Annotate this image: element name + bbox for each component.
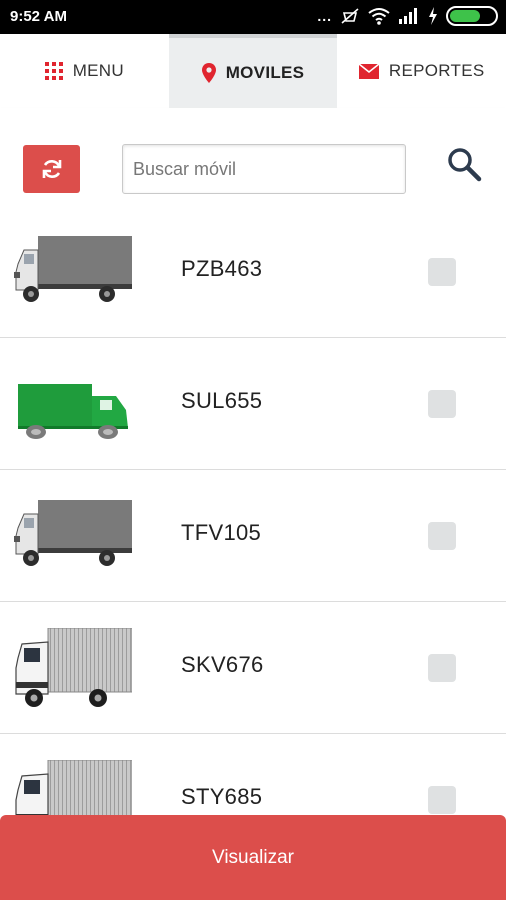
charging-icon xyxy=(429,7,437,25)
vehicle-checkbox[interactable] xyxy=(428,654,456,682)
vehicle-checkbox[interactable] xyxy=(428,522,456,550)
vehicle-checkbox[interactable] xyxy=(428,786,456,814)
status-time: 9:52 AM xyxy=(10,8,67,25)
refresh-button[interactable] xyxy=(23,145,80,193)
list-item[interactable]: SKV676 xyxy=(0,602,506,734)
vehicle-checkbox[interactable] xyxy=(428,390,456,418)
tab-reportes-label: REPORTES xyxy=(388,61,485,80)
vehicle-plate: TFV105 xyxy=(181,520,262,545)
status-bar: 9:52 AM ... xyxy=(0,0,506,34)
signal-icon xyxy=(399,8,417,24)
tab-menu-label: MENU xyxy=(72,61,124,80)
tab-moviles-label: MOVILES xyxy=(225,63,305,82)
gray-truck-image xyxy=(14,236,132,302)
vehicle-list: PZB463 SUL655 TFV105 SKV676 STY685 xyxy=(0,206,506,866)
list-item[interactable]: PZB463 xyxy=(0,206,506,338)
search-input[interactable] xyxy=(122,144,406,194)
visualizar-button[interactable]: Visualizar xyxy=(0,815,506,900)
notification-dots: ... xyxy=(317,8,332,24)
refresh-icon xyxy=(42,160,61,178)
battery-icon xyxy=(446,6,498,26)
tab-reportes[interactable]: REPORTES xyxy=(337,34,506,108)
status-icons: ... xyxy=(317,6,498,26)
envelope-icon xyxy=(358,63,379,79)
vehicle-plate: STY685 xyxy=(181,784,263,809)
search-bar xyxy=(0,108,506,206)
gray-truck-image xyxy=(14,500,132,566)
top-tabs: MENU MOVILES REPORTES xyxy=(0,34,506,108)
tab-moviles[interactable]: MOVILES xyxy=(168,34,338,108)
tab-menu[interactable]: MENU xyxy=(0,34,169,108)
map-pin-icon xyxy=(201,63,216,83)
wifi-icon xyxy=(368,8,390,25)
vehicle-plate: SKV676 xyxy=(181,652,264,677)
list-item[interactable]: SUL655 xyxy=(0,338,506,470)
silver-truck-image xyxy=(15,628,132,707)
list-item[interactable]: TFV105 xyxy=(0,470,506,602)
vehicle-checkbox[interactable] xyxy=(428,258,456,286)
vehicle-plate: PZB463 xyxy=(181,256,263,281)
vehicle-plate: SUL655 xyxy=(181,388,263,413)
grid-icon xyxy=(44,62,63,80)
green-truck-image xyxy=(18,384,128,439)
silent-icon xyxy=(341,8,359,24)
search-icon[interactable] xyxy=(446,146,482,187)
